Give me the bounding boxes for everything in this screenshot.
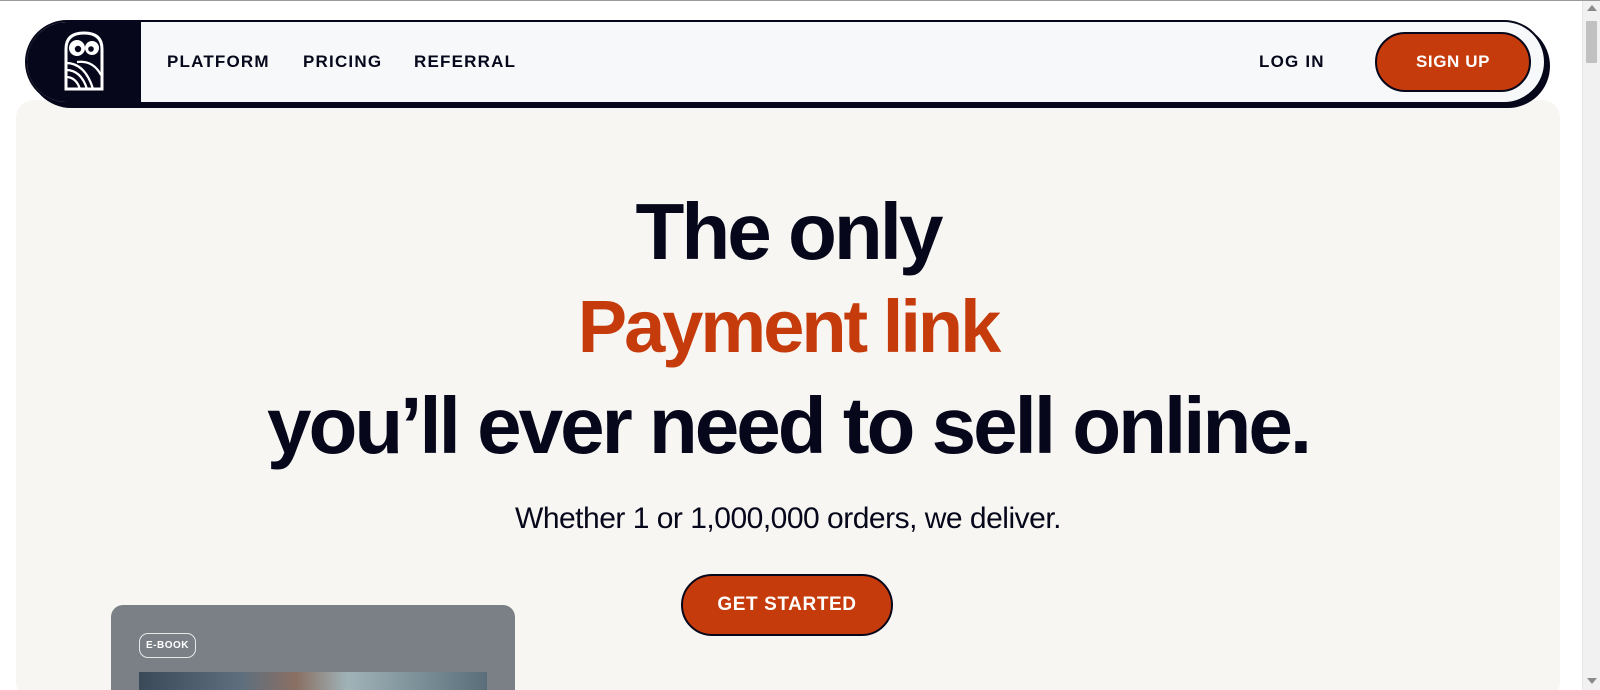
product-card[interactable]: E-BOOK (111, 605, 515, 690)
owl-logo-icon (64, 31, 104, 91)
ebook-badge: E-BOOK (139, 633, 196, 658)
nav-link-pricing[interactable]: PRICING (303, 52, 382, 72)
get-started-button[interactable]: GET STARTED (681, 574, 893, 636)
top-navigation: PLATFORM PRICING REFERRAL LOG IN SIGN UP (25, 20, 1546, 104)
hero-subtitle: Whether 1 or 1,000,000 orders, we delive… (515, 502, 1061, 535)
nav-link-platform[interactable]: PLATFORM (167, 52, 270, 72)
logo-link[interactable] (27, 22, 141, 102)
nav-link-referral[interactable]: REFERRAL (414, 52, 516, 72)
headline-line-1: The only (635, 187, 944, 276)
scroll-up-arrow-icon[interactable] (1587, 5, 1597, 11)
signup-button[interactable]: SIGN UP (1375, 32, 1531, 92)
scroll-thumb[interactable] (1586, 21, 1597, 63)
window-top-border (0, 0, 1600, 1)
login-link[interactable]: LOG IN (1259, 52, 1325, 72)
scroll-down-arrow-icon[interactable] (1587, 678, 1597, 684)
headline-line-3: you’ll ever need to sell online. (266, 381, 1312, 470)
headline-line-2: Payment link (577, 285, 1002, 368)
product-image (139, 672, 487, 690)
vertical-scrollbar[interactable] (1582, 1, 1600, 690)
